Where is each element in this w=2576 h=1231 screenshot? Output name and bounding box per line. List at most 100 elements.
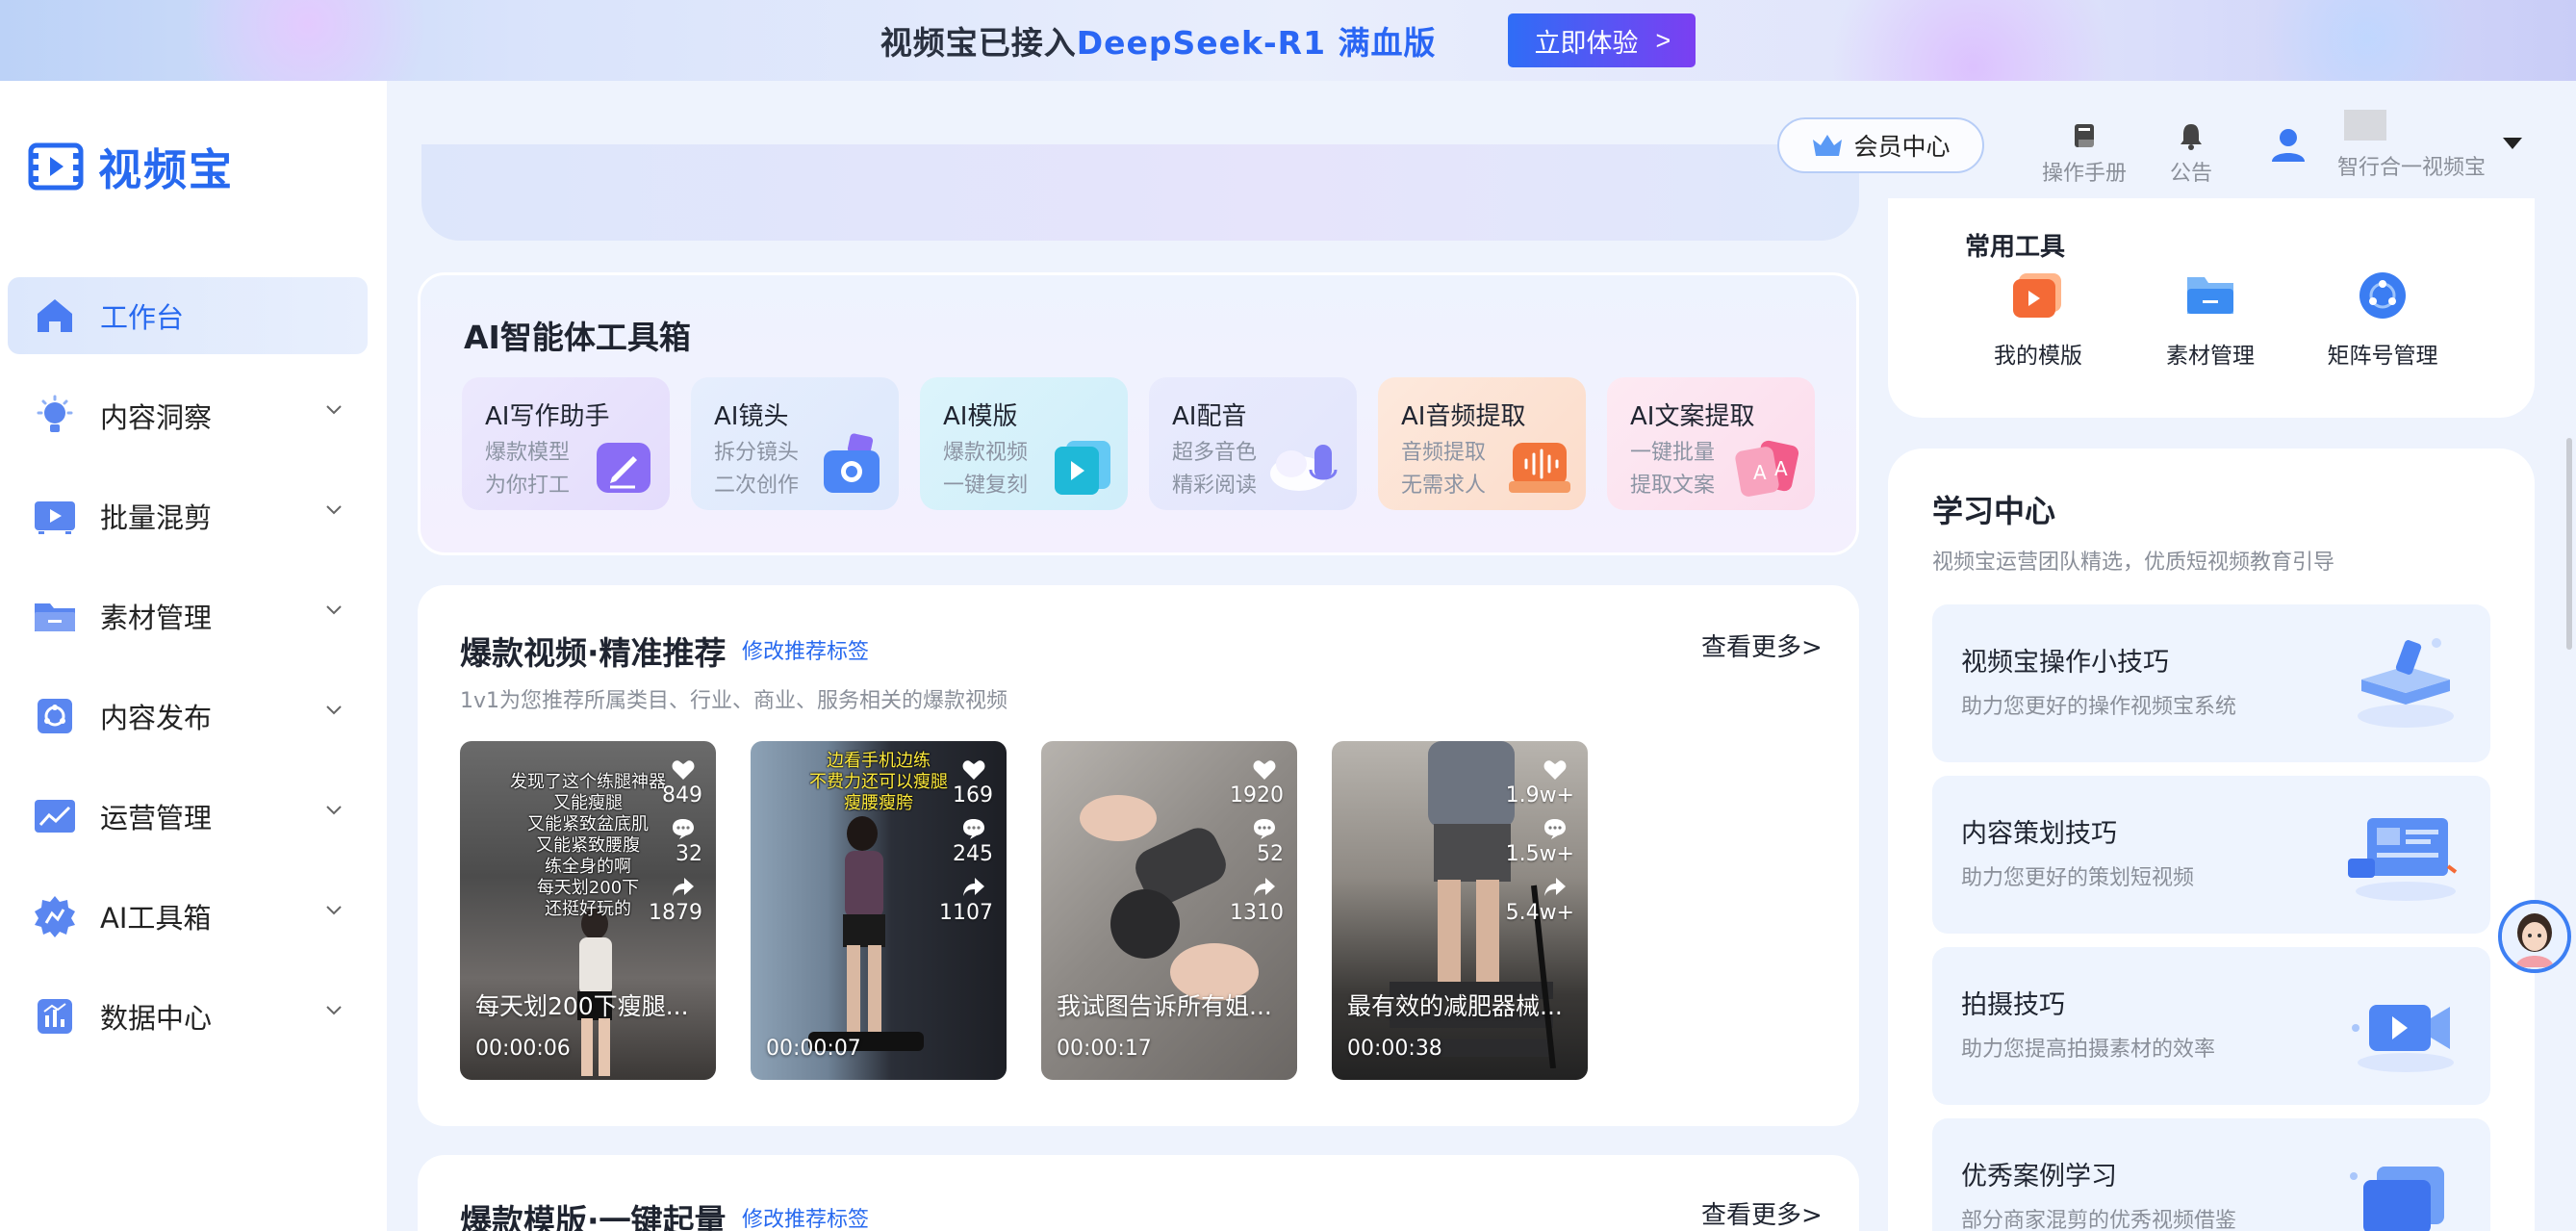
hot-videos-subtitle: 1v1为您推荐所属类目、行业、商业、服务相关的爆款视频 <box>460 689 1008 713</box>
sidebar-item-material[interactable]: 素材管理 <box>8 577 368 654</box>
sidebar-item-batch-mix[interactable]: 批量混剪 <box>8 477 368 554</box>
notice-button[interactable]: 公告 <box>2170 121 2212 187</box>
learning-item-cases[interactable]: 优秀案例学习 部分商家混剪的优秀视频借鉴 <box>1932 1118 2490 1231</box>
edit-recommend-tags-link[interactable]: 修改推荐标签 <box>742 634 869 665</box>
share-icon <box>664 876 702 901</box>
banner-decoration <box>1809 0 2136 81</box>
sidebar-item-data-center[interactable]: 数据中心 <box>8 978 368 1055</box>
try-now-button[interactable]: 立即体验 > <box>1507 13 1696 67</box>
tool-title: AI模版 <box>943 402 1018 431</box>
heart-icon <box>1536 758 1574 783</box>
tool-ai-lens[interactable]: AI镜头 拆分镜头 二次创作 <box>691 377 899 510</box>
chevron-down-icon <box>326 605 342 615</box>
app-logo[interactable]: 视频宝 <box>27 135 234 197</box>
learning-item-subtitle: 助力您提高拍摄素材的效率 <box>1961 1038 2216 1062</box>
book-icon <box>2075 124 2094 147</box>
see-more-templates-link[interactable]: 查看更多> <box>1701 1195 1823 1231</box>
crown-icon <box>1813 135 1843 156</box>
lightbulb-icon <box>33 394 77 438</box>
tool-ai-dubbing[interactable]: AI配音 超多音色 精彩阅读 <box>1149 377 1357 510</box>
banner-decoration <box>2242 0 2492 81</box>
my-template-icon <box>2013 273 2061 318</box>
tool-label: 我的模版 <box>1994 344 2082 369</box>
hero-card-partial <box>421 144 1859 241</box>
folder-icon <box>33 594 77 638</box>
like-count: 849 <box>662 783 702 808</box>
sidebar-item-content-insight[interactable]: 内容洞察 <box>8 377 368 454</box>
learning-item-title: 优秀案例学习 <box>1961 1162 2117 1192</box>
tool-title: AI镜头 <box>714 402 789 431</box>
promo-banner: 视频宝已接入DeepSeek-R1 满血版 立即体验 > <box>0 0 2576 81</box>
tool-ai-audio-extract[interactable]: AI音频提取 音频提取 无需求人 <box>1378 377 1586 510</box>
user-avatar <box>2344 110 2386 141</box>
tool-label: 矩阵号管理 <box>2327 344 2438 369</box>
video-duration: 00:00:07 <box>766 1037 861 1061</box>
tool-desc-2: 提取文案 <box>1630 474 1716 498</box>
matrix-account-icon <box>2359 272 2406 319</box>
share-count: 1879 <box>649 901 702 925</box>
tool-ai-text-extract[interactable]: AI文案提取 一键批量 提取文案 AA <box>1607 377 1815 510</box>
sidebar-item-label: AI工具箱 <box>100 902 212 935</box>
sidebar-item-publish[interactable]: 内容发布 <box>8 678 368 755</box>
sidebar: 视频宝 工作台 内容洞察 批量混剪 素材管理 内容发布 运营管理 AI工具箱 数… <box>0 81 387 1231</box>
see-more-videos-link[interactable]: 查看更多> <box>1701 628 1823 663</box>
home-icon <box>33 294 77 338</box>
chevron-down-icon <box>326 806 342 815</box>
sidebar-item-ai-toolbox[interactable]: AI工具箱 <box>8 878 368 955</box>
banner-text: 视频宝已接入DeepSeek-R1 满血版 <box>880 17 1437 64</box>
manual-button[interactable]: 操作手册 <box>2042 121 2127 187</box>
sidebar-item-label: 内容发布 <box>100 702 213 734</box>
member-center-button[interactable]: 会员中心 <box>1777 117 1984 173</box>
ai-gear-icon <box>33 894 77 938</box>
user-menu[interactable]: 智行合一视频宝 <box>2261 108 2540 185</box>
share-count: 5.4w+ <box>1505 901 1574 925</box>
video-stats: 849 32 1879 <box>625 758 702 935</box>
tool-my-template[interactable]: 我的模版 <box>1966 269 2110 370</box>
sidebar-item-label: 内容洞察 <box>100 401 213 434</box>
tool-desc-1: 音频提取 <box>1401 441 1487 465</box>
tool-ai-template[interactable]: AI模版 爆款视频 一键复刻 <box>920 377 1128 510</box>
play-template-icon <box>1055 441 1110 495</box>
text-extract-icon: AA <box>1735 440 1799 497</box>
video-card[interactable]: 边看手机边练 不费力还可以瘦腿 瘦腰瘦胯 169 245 1107 00:00:… <box>751 741 1007 1080</box>
page-scrollbar[interactable] <box>2566 438 2572 650</box>
comment-count: 245 <box>953 842 993 866</box>
learning-item-title: 内容策划技巧 <box>1961 819 2117 849</box>
video-stats: 1920 52 1310 <box>1207 758 1284 935</box>
share-icon <box>1245 876 1284 901</box>
comment-icon <box>1536 817 1574 842</box>
publish-icon <box>33 694 77 738</box>
tool-material-manage[interactable]: 素材管理 <box>2138 269 2283 370</box>
svg-text:A: A <box>1774 457 1788 480</box>
customer-service-button[interactable] <box>2498 900 2571 973</box>
chevron-right-icon: > <box>1655 25 1671 55</box>
video-card[interactable]: 1920 52 1310 我试图告诉所有姐... 00:00:17 <box>1041 741 1297 1080</box>
banner-text-highlight: DeepSeek-R1 满血版 <box>1076 24 1437 62</box>
video-card[interactable]: 发现了这个练腿神器 又能瘦腿 又能紧致盆底肌 又能紧致腰腹 练全身的啊 每天划2… <box>460 741 716 1080</box>
video-duration: 00:00:38 <box>1347 1037 1442 1061</box>
comment-icon <box>955 817 993 842</box>
chart-line-icon <box>33 794 77 838</box>
sidebar-item-operations[interactable]: 运营管理 <box>8 778 368 855</box>
sidebar-item-workbench[interactable]: 工作台 <box>8 277 368 354</box>
tool-ai-writing[interactable]: AI写作助手 爆款模型 为你打工 <box>462 377 670 510</box>
heart-icon <box>955 758 993 783</box>
member-center-label: 会员中心 <box>1853 133 1951 161</box>
edit-template-tags-link[interactable]: 修改推荐标签 <box>742 1202 869 1231</box>
common-tools-title: 常用工具 <box>1965 233 2066 262</box>
tool-desc-2: 二次创作 <box>714 474 800 498</box>
learning-item-tips[interactable]: 视频宝操作小技巧 助力您更好的操作视频宝系统 <box>1932 604 2490 762</box>
learning-item-shooting[interactable]: 拍摄技巧 助力您提高拍摄素材的效率 <box>1932 947 2490 1105</box>
film-logo-icon <box>28 142 84 190</box>
case-illustration-icon <box>2350 1167 2444 1231</box>
comment-icon <box>1245 817 1284 842</box>
video-duration: 00:00:17 <box>1057 1037 1152 1061</box>
tool-matrix-manage[interactable]: 矩阵号管理 <box>2310 269 2455 370</box>
manual-label: 操作手册 <box>2042 162 2128 186</box>
notice-label: 公告 <box>2170 162 2213 186</box>
video-title: 最有效的减肥器械... <box>1347 992 1563 1020</box>
video-screen-icon <box>33 494 77 538</box>
video-card[interactable]: 1.9w+ 1.5w+ 5.4w+ 最有效的减肥器械... 00:00:38 <box>1332 741 1588 1080</box>
hot-videos-title: 爆款视频·精准推荐 <box>460 634 727 672</box>
learning-item-planning[interactable]: 内容策划技巧 助力您更好的策划短视频 <box>1932 776 2490 934</box>
